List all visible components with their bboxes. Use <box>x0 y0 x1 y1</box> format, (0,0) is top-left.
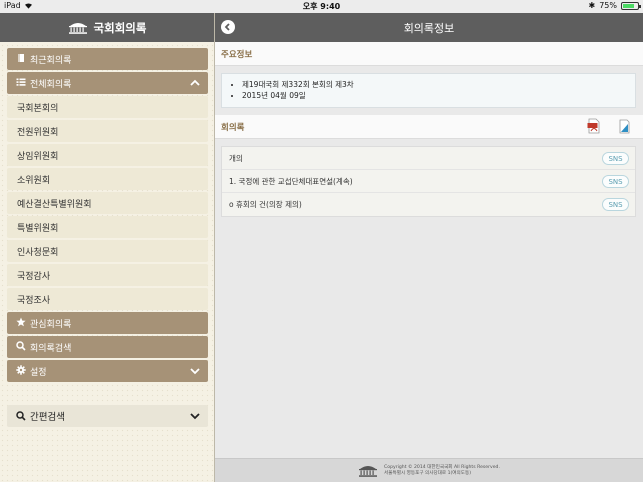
sidebar-item-label: 국정감사 <box>17 271 51 282</box>
session-info: 제19대국회 제332회 본회의 제3차 <box>242 79 635 90</box>
minutes-item-label: o 휴회의 건(의장 제의) <box>229 200 302 209</box>
sidebar-item-10[interactable]: 국정조사 <box>7 288 208 310</box>
battery-percent: 75% <box>599 1 617 10</box>
main-header: 회의록정보 <box>215 13 643 42</box>
sidebar-item-1[interactable]: 전체회의록 <box>7 72 208 94</box>
minutes-item-label: 개의 <box>229 153 243 163</box>
sidebar-item-label: 국회본회의 <box>17 103 59 114</box>
chevron-left-icon <box>224 23 230 31</box>
sidebar-item-label: 예산결산특별위원회 <box>17 199 92 210</box>
sidebar-item-3[interactable]: 전원위원회 <box>7 120 208 142</box>
sidebar-item-4[interactable]: 상임위원회 <box>7 144 208 166</box>
sidebar-item-7[interactable]: 특별위원회 <box>7 216 208 238</box>
book-icon <box>16 53 26 66</box>
chevron-down-icon <box>190 413 200 420</box>
minutes-list: 개의 SNS 1. 국정에 관한 교섭단체대표연설(계속) SNS o 휴회의 건(의장… <box>221 146 636 217</box>
footer: Copyright © 2014 대한민국국회 All Rights Reser… <box>215 458 643 482</box>
minutes-row[interactable]: 개의 SNS <box>222 147 635 170</box>
status-time: 오후 9:40 <box>302 2 341 11</box>
footer-address: 서울특별시 영등포구 의사당대로 1(여의도동) <box>384 470 472 476</box>
sidebar-item-label: 전원위원회 <box>17 127 59 138</box>
minutes-item-label: 1. 국정에 관한 교섭단체대표연설(계속) <box>229 176 353 186</box>
pdf-icon[interactable] <box>587 118 601 134</box>
sidebar-item-label: 상임위원회 <box>17 151 59 162</box>
sidebar-item-0[interactable]: 최근회의록 <box>7 48 208 70</box>
search-icon <box>16 411 26 421</box>
footer-copyright: Copyright © 2014 대한민국국회 All Rights Reser… <box>384 464 500 470</box>
main-panel: 회의록정보 주요정보 제19대국회 제332회 본회의 제3차 2015년 04… <box>215 13 643 482</box>
battery-icon <box>621 1 641 10</box>
sidebar-item-13[interactable]: 설정 <box>7 360 208 382</box>
document-viewer-icon[interactable] <box>617 118 631 134</box>
quick-search-button[interactable]: 간편검색 <box>7 405 208 427</box>
sidebar-item-label: 특별위원회 <box>17 223 59 234</box>
sns-share-button[interactable]: SNS <box>602 175 629 188</box>
sidebar-item-label: 소위원회 <box>17 175 51 186</box>
national-assembly-logo-icon <box>359 466 378 477</box>
list-icon <box>16 77 26 90</box>
sidebar: 국회회의록 최근회의록전체회의록국회본회의전원위원회상임위원회소위원회예산결산특… <box>0 13 215 482</box>
page-title: 회의록정보 <box>403 21 455 35</box>
sidebar-item-label: 관심회의록 <box>30 319 72 330</box>
sns-share-button[interactable]: SNS <box>602 198 629 211</box>
back-button[interactable] <box>221 20 235 34</box>
sidebar-item-8[interactable]: 인사청문회 <box>7 240 208 262</box>
status-bar: iPad 오후 9:40 ✱ 75% <box>0 0 643 13</box>
sidebar-item-label: 전체회의록 <box>30 79 72 90</box>
quick-search-label: 간편검색 <box>30 412 65 423</box>
sidebar-header: 국회회의록 <box>0 13 214 42</box>
minutes-row[interactable]: 1. 국정에 관한 교섭단체대표연설(계속) SNS <box>222 170 635 193</box>
main-info-box: 제19대국회 제332회 본회의 제3차 2015년 04월 09일 <box>221 73 636 108</box>
minutes-title: 회의록 <box>221 122 245 133</box>
sidebar-item-12[interactable]: 회의록검색 <box>7 336 208 358</box>
sns-share-button[interactable]: SNS <box>602 152 629 165</box>
sidebar-menu: 최근회의록전체회의록국회본회의전원위원회상임위원회소위원회예산결산특별위원회특별… <box>7 48 208 384</box>
search-icon <box>16 340 26 354</box>
sidebar-item-label: 국정조사 <box>17 295 51 306</box>
chevron-down-icon <box>190 368 200 375</box>
minutes-header: 회의록 <box>215 115 643 139</box>
bluetooth-icon: ✱ <box>588 1 596 10</box>
sidebar-item-11[interactable]: 관심회의록 <box>7 312 208 334</box>
sidebar-item-2[interactable]: 국회본회의 <box>7 96 208 118</box>
sidebar-item-9[interactable]: 국정감사 <box>7 264 208 286</box>
sidebar-item-label: 최근회의록 <box>30 55 72 66</box>
minutes-row[interactable]: o 휴회의 건(의장 제의) SNS <box>222 193 635 216</box>
main-info-title: 주요정보 <box>221 49 253 60</box>
chevron-up-icon <box>190 79 200 86</box>
session-date: 2015년 04월 09일 <box>242 90 635 101</box>
national-assembly-logo-icon <box>68 23 87 34</box>
gear-icon <box>16 364 26 378</box>
sidebar-item-5[interactable]: 소위원회 <box>7 168 208 190</box>
star-icon <box>16 317 26 330</box>
sidebar-item-label: 인사청문회 <box>17 247 59 258</box>
sidebar-title: 국회회의록 <box>93 20 147 35</box>
sidebar-item-label: 설정 <box>30 367 47 378</box>
sidebar-item-6[interactable]: 예산결산특별위원회 <box>7 192 208 214</box>
main-info-header: 주요정보 <box>215 42 643 66</box>
sidebar-item-label: 회의록검색 <box>30 343 72 354</box>
